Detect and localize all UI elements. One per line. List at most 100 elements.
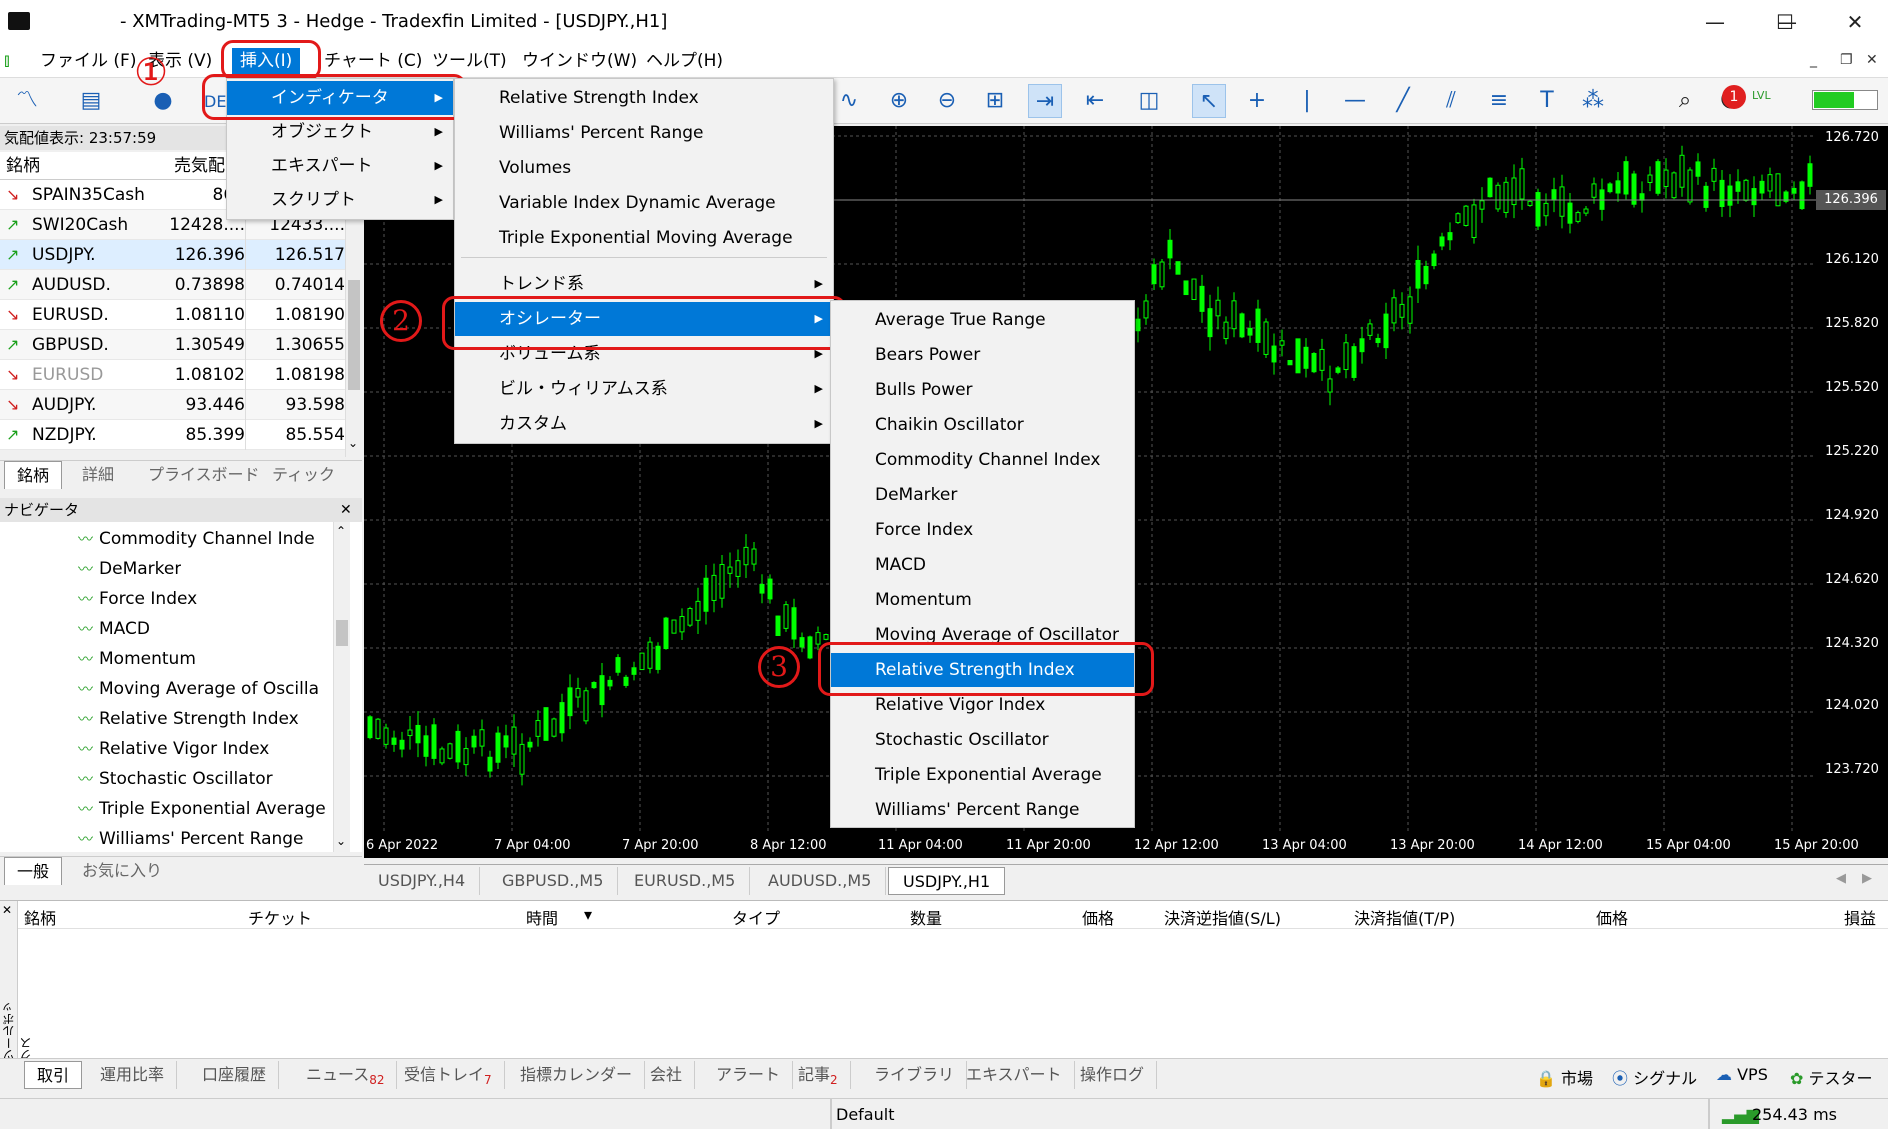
navigator-item[interactable]: 〰 Stochastic Oscillator: [78, 764, 273, 794]
tab-general[interactable]: 一般: [4, 857, 63, 885]
shapes-icon[interactable]: ⁂: [1576, 84, 1610, 118]
menu-item-recent-indicator[interactable]: Relative Strength Index: [455, 81, 833, 115]
navigator-item[interactable]: 〰 Relative Strength Index: [78, 704, 299, 734]
chevron-up-icon[interactable]: ⌃: [336, 524, 346, 538]
trendline-icon[interactable]: ╱: [1386, 84, 1420, 118]
grid-icon[interactable]: ⊞: [978, 84, 1012, 118]
menu-item-oscillator[interactable]: Chaikin Oscillator: [831, 408, 1134, 442]
toolbox-tab[interactable]: 記事2: [786, 1061, 851, 1089]
navigator-item[interactable]: 〰 Momentum: [78, 644, 196, 674]
line-chart-icon[interactable]: 〽: [10, 84, 44, 118]
menu-help[interactable]: ヘルプ(H): [638, 48, 731, 74]
nav-scroll-thumb[interactable]: [336, 620, 348, 646]
menu-item-oscillator[interactable]: Williams' Percent Range: [831, 793, 1134, 827]
toolbox-tab[interactable]: 操作ログ: [1068, 1061, 1158, 1089]
menu-item-recent-indicator[interactable]: Triple Exponential Moving Average: [455, 221, 833, 255]
menu-item-scripts[interactable]: スクリプト ▶: [227, 183, 453, 217]
fibonacci-icon[interactable]: ≡: [1482, 84, 1516, 118]
cursor-icon[interactable]: ↖: [1192, 84, 1226, 118]
autoscroll-icon[interactable]: ⇥: [1028, 84, 1062, 118]
navigator-item[interactable]: 〰 Commodity Channel Inde: [78, 524, 315, 554]
menu-chart[interactable]: チャート (C): [316, 48, 430, 74]
tab-favorites[interactable]: お気に入り: [70, 857, 174, 885]
tab-symbols[interactable]: 銘柄: [4, 461, 63, 489]
menu-item-oscillator[interactable]: Bears Power: [831, 338, 1134, 372]
col-symbol[interactable]: 銘柄: [6, 152, 40, 180]
col-type[interactable]: タイプ: [732, 905, 780, 929]
toolbox-tab[interactable]: 受信トレイ7: [392, 1061, 505, 1089]
toolbox-tab[interactable]: 運用比率: [88, 1061, 178, 1089]
mdi-close-button[interactable]: ✕: [1866, 52, 1878, 68]
table-row[interactable]: ↗ AUDUSD. 0.73898 0.74014: [0, 270, 345, 300]
menu-item-recent-indicator[interactable]: Variable Index Dynamic Average: [455, 186, 833, 220]
navigator-item[interactable]: 〰 Relative Vigor Index: [78, 734, 269, 764]
zoom-in-icon[interactable]: ⊕: [882, 84, 916, 118]
navigator-scrollbar[interactable]: ⌃ ⌄: [333, 522, 350, 852]
navigator-close-icon[interactable]: ✕: [340, 498, 352, 522]
menu-item-indicator-group[interactable]: ビル・ウィリアムス系 ▶: [455, 372, 833, 406]
tester-button[interactable]: ✿ テスター: [1790, 1065, 1873, 1089]
toolbox-tab[interactable]: 指標カレンダー: [508, 1061, 646, 1089]
tab-scroll-left-icon[interactable]: ◀: [1836, 871, 1846, 886]
menu-item-indicator-group[interactable]: カスタム ▶: [455, 407, 833, 441]
chart-tab[interactable]: USDJPY.,H1: [888, 867, 1006, 895]
navigator-item[interactable]: 〰 Triple Exponential Average: [78, 794, 326, 824]
vps-button[interactable]: ☁ VPS: [1716, 1065, 1768, 1084]
col-sl[interactable]: 決済逆指値(S/L): [1164, 905, 1281, 929]
toolbox-tab[interactable]: ライブラリ: [862, 1061, 968, 1089]
time-scale[interactable]: 6 Apr 2022 7 Apr 04:00 7 Apr 20:00 8 Apr 12…: [364, 834, 1859, 858]
status-profile[interactable]: Default: [836, 1105, 894, 1124]
maximize-button[interactable]: ☐: [1760, 6, 1810, 38]
chart-template-icon[interactable]: ▤: [74, 84, 108, 118]
navigator-item[interactable]: 〰 MACD: [78, 614, 150, 644]
col-profit[interactable]: 損益: [1844, 905, 1876, 929]
toolbox-close-icon[interactable]: ✕: [2, 903, 12, 917]
tab-scroll-right-icon[interactable]: ▶: [1862, 871, 1872, 886]
channel-icon[interactable]: ⫽: [1434, 84, 1468, 118]
market-watch-scrollbar[interactable]: ⌄: [345, 180, 362, 457]
toolbox-tab[interactable]: 口座履歴: [190, 1061, 280, 1089]
col-ticket[interactable]: チケット: [248, 905, 312, 929]
col-time[interactable]: 時間: [526, 905, 558, 929]
toolbox-tab[interactable]: アラート: [704, 1061, 794, 1089]
chart-tab[interactable]: AUDUSD.,M5: [754, 867, 887, 895]
menu-window[interactable]: ウインドウ(W): [514, 48, 645, 74]
toolbox-tab[interactable]: 取引: [24, 1061, 83, 1089]
table-row[interactable]: ↘ EURUSD 1.08102 1.08198: [0, 360, 345, 390]
table-row[interactable]: ↘ AUDJPY. 93.446 93.598: [0, 390, 345, 420]
chart-tab[interactable]: USDJPY.,H4: [364, 867, 481, 895]
table-row[interactable]: ↗ USDJPY. 126.396 126.517: [0, 240, 345, 270]
mdi-minimize-button[interactable]: _: [1810, 52, 1817, 68]
chart-tab[interactable]: EURUSD.,M5: [620, 867, 751, 895]
chevron-down-icon[interactable]: ⌄: [336, 834, 346, 848]
toolbox-tab[interactable]: 会社: [638, 1061, 696, 1089]
menu-file[interactable]: ファイル (F): [32, 48, 144, 74]
table-row[interactable]: ↗ NZDJPY. 85.399 85.554: [0, 420, 345, 450]
tab-priceboard[interactable]: プライスボード: [136, 461, 272, 489]
screenshot-icon[interactable]: ◫: [1132, 84, 1166, 118]
col-current-price[interactable]: 価格: [1596, 905, 1628, 929]
chevron-down-icon[interactable]: ⌄: [348, 436, 358, 450]
navigator-item[interactable]: 〰 Williams' Percent Range: [78, 824, 304, 854]
tab-ticks[interactable]: ティック: [260, 461, 347, 489]
crosshair-icon[interactable]: +: [1240, 84, 1274, 118]
chart-tab[interactable]: GBPUSD.,M5: [488, 867, 619, 895]
menu-item-objects[interactable]: オブジェクト ▶: [227, 115, 453, 149]
menu-item-recent-indicator[interactable]: Volumes: [455, 151, 833, 185]
text-icon[interactable]: T: [1530, 84, 1564, 118]
minimize-button-2[interactable]: —: [1690, 6, 1740, 38]
menu-item-oscillator[interactable]: Average True Range: [831, 303, 1134, 337]
navigator-item[interactable]: 〰 DeMarker: [78, 554, 181, 584]
tab-details[interactable]: 詳細: [70, 461, 126, 489]
search-icon[interactable]: ⌕: [1668, 84, 1702, 118]
col-volume[interactable]: 数量: [910, 905, 942, 929]
table-row[interactable]: ↘ EURUSD. 1.08110 1.08190: [0, 300, 345, 330]
menu-item-oscillator[interactable]: Force Index: [831, 513, 1134, 547]
toolbox-tab[interactable]: ニュース82: [294, 1061, 398, 1089]
navigator-item[interactable]: 〰 Moving Average of Oscilla: [78, 674, 319, 704]
menu-tools[interactable]: ツール(T): [424, 48, 515, 74]
indicator-wave-icon[interactable]: ∿: [832, 84, 866, 118]
menu-item-recent-indicator[interactable]: Williams' Percent Range: [455, 116, 833, 150]
chart-shift-icon[interactable]: ⇤: [1078, 84, 1112, 118]
menu-item-oscillator[interactable]: DeMarker: [831, 478, 1134, 512]
